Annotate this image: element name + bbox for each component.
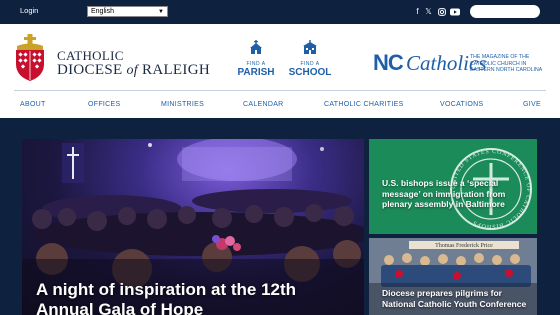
diocese-name-line2[interactable]: DIOCESE of RALEIGH xyxy=(57,62,210,79)
search-input[interactable] xyxy=(470,5,540,18)
login-link[interactable]: Login xyxy=(20,6,38,15)
site-header: CATHOLIC DIOCESE of RALEIGH FIND A PARIS… xyxy=(0,24,560,118)
news-card-youth-conference[interactable]: Thomas Frederick Price Diocese prepares … xyxy=(369,238,537,315)
youtube-icon[interactable] xyxy=(449,6,460,18)
school-icon xyxy=(303,40,317,54)
news-card-title[interactable]: Diocese prepares pilgrims for National C… xyxy=(382,288,532,309)
nav-item-about[interactable]: ABOUT xyxy=(20,101,46,108)
x-icon[interactable]: 𝕏 xyxy=(423,6,434,18)
language-select-value: English xyxy=(91,8,114,15)
diocese-name-word-diocese: DIOCESE xyxy=(57,62,127,78)
nav-item-catholic-charities[interactable]: CATHOLIC CHARITIES xyxy=(324,101,404,108)
nav-item-give[interactable]: GIVE xyxy=(523,101,541,108)
hero-feature[interactable]: A night of inspiration at the 12th Annua… xyxy=(22,139,364,315)
find-parish-label: PARISH xyxy=(237,67,275,78)
diocese-name-word-of: of xyxy=(126,63,138,78)
find-parish-link[interactable]: FIND A PARISH xyxy=(235,40,277,78)
language-select[interactable]: English ▼ xyxy=(87,6,168,17)
nc-catholics-tagline: THE MAGAZINE OF THE CATHOLIC CHURCH IN E… xyxy=(470,54,543,74)
find-school-link[interactable]: FIND A SCHOOL xyxy=(286,40,334,78)
top-bar: Login English ▼ f 𝕏 xyxy=(0,0,560,24)
nav-item-offices[interactable]: OFFICES xyxy=(88,101,120,108)
find-school-label: SCHOOL xyxy=(288,67,332,78)
news-card-title[interactable]: U.S. bishops issue a ‘special message’ o… xyxy=(382,178,532,210)
nav-item-vocations[interactable]: VOCATIONS xyxy=(440,101,483,108)
nav-item-ministries[interactable]: MINISTRIES xyxy=(161,101,204,108)
church-icon xyxy=(250,40,262,54)
facebook-icon[interactable]: f xyxy=(412,6,423,18)
chevron-down-icon: ▼ xyxy=(158,9,164,15)
news-card-bishops[interactable]: UNITED STATES CONFERENCE OF CATHOLIC BIS… xyxy=(369,139,537,234)
header-divider xyxy=(14,90,546,91)
nc-catholics-logo-mark[interactable]: NC xyxy=(373,50,404,76)
diocese-crest-logo[interactable] xyxy=(12,34,48,82)
hero-title[interactable]: A night of inspiration at the 12th Annua… xyxy=(36,280,346,315)
instagram-icon[interactable] xyxy=(436,6,447,18)
diocese-name-word-raleigh: RALEIGH xyxy=(137,62,210,78)
nav-item-calendar[interactable]: CALENDAR xyxy=(243,101,284,108)
sign-text: Thomas Frederick Price xyxy=(435,243,493,249)
